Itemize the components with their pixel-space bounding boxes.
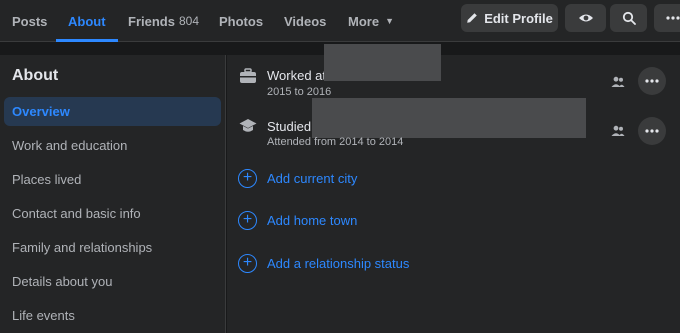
more-icon bbox=[645, 129, 659, 133]
work-entry-label: Worked at bbox=[267, 68, 327, 83]
sidebar-item-label: Places lived bbox=[12, 172, 82, 187]
friends-audience-icon[interactable] bbox=[610, 74, 626, 90]
profile-more-button[interactable] bbox=[654, 4, 680, 32]
sidebar-item-details-about-you[interactable]: Details about you bbox=[4, 267, 221, 296]
caret-down-icon: ▼ bbox=[385, 16, 394, 26]
sidebar-item-label: Details about you bbox=[12, 274, 113, 289]
plus-circle-icon: + bbox=[238, 253, 257, 273]
add-relationship-status-link[interactable]: + Add a relationship status bbox=[238, 253, 409, 273]
redacted-school bbox=[312, 98, 586, 138]
tab-label: Posts bbox=[12, 13, 48, 29]
briefcase-icon bbox=[238, 66, 258, 86]
tab-label: Friends bbox=[128, 13, 175, 29]
overview-panel: Worked at 2015 to 2016 Studied Attended … bbox=[227, 44, 680, 333]
add-current-city-link[interactable]: + Add current city bbox=[238, 168, 357, 188]
friends-count: 804 bbox=[178, 14, 199, 28]
tab-label: More bbox=[348, 13, 380, 29]
friends-audience-icon[interactable] bbox=[610, 123, 626, 139]
sidebar-item-label: Contact and basic info bbox=[12, 206, 141, 221]
work-options-button[interactable] bbox=[638, 67, 666, 95]
education-entry-label: Studied bbox=[267, 119, 312, 134]
sidebar-item-life-events[interactable]: Life events bbox=[4, 301, 221, 330]
view-as-button[interactable] bbox=[565, 4, 606, 32]
redacted-employer bbox=[324, 44, 441, 81]
tab-label: Videos bbox=[284, 13, 327, 29]
sidebar-item-places-lived[interactable]: Places lived bbox=[4, 165, 221, 194]
plus-circle-icon: + bbox=[238, 168, 257, 188]
tab-more[interactable]: More ▼ bbox=[348, 0, 394, 42]
eye-icon bbox=[578, 14, 593, 22]
pencil-icon bbox=[467, 13, 477, 23]
add-current-city-label: Add current city bbox=[267, 170, 358, 186]
tab-about[interactable]: About bbox=[56, 0, 117, 42]
edit-profile-button[interactable]: Edit Profile bbox=[461, 4, 558, 32]
education-entry-dates: Attended from 2014 to 2014 bbox=[267, 136, 404, 148]
sidebar-item-label: Work and education bbox=[12, 138, 128, 153]
add-relationship-status-label: Add a relationship status bbox=[267, 255, 410, 271]
sidebar-item-family-relationships[interactable]: Family and relationships bbox=[4, 233, 221, 262]
add-home-town-link[interactable]: + Add home town bbox=[238, 210, 357, 230]
tab-videos[interactable]: Videos bbox=[284, 0, 326, 42]
sidebar-item-overview[interactable]: Overview bbox=[4, 97, 221, 126]
sidebar-item-label: Overview bbox=[12, 104, 70, 119]
about-sidebar: About Overview Work and education Places… bbox=[0, 55, 226, 333]
sidebar-item-contact-info[interactable]: Contact and basic info bbox=[4, 199, 221, 228]
tab-friends[interactable]: Friends 804 bbox=[128, 0, 199, 42]
sidebar-item-label: Family and relationships bbox=[12, 240, 153, 255]
tab-label: Photos bbox=[219, 13, 264, 29]
sidebar-item-label: Life events bbox=[12, 308, 75, 323]
more-icon bbox=[645, 79, 659, 83]
education-options-button[interactable] bbox=[638, 117, 666, 145]
graduation-cap-icon bbox=[238, 116, 258, 136]
tab-photos[interactable]: Photos bbox=[219, 0, 263, 42]
sidebar-item-work-and-education[interactable]: Work and education bbox=[4, 131, 221, 160]
tab-label: About bbox=[68, 13, 106, 29]
profile-tab-bar: Posts About Friends 804 Photos Videos Mor… bbox=[0, 0, 680, 42]
edit-profile-label: Edit Profile bbox=[484, 10, 553, 26]
search-icon bbox=[622, 11, 636, 25]
work-entry-dates: 2015 to 2016 bbox=[267, 86, 332, 98]
search-profile-button[interactable] bbox=[610, 4, 647, 32]
more-icon bbox=[666, 16, 680, 20]
add-home-town-label: Add home town bbox=[267, 212, 358, 228]
plus-circle-icon: + bbox=[238, 210, 257, 230]
about-heading: About bbox=[12, 67, 59, 84]
tab-posts[interactable]: Posts bbox=[12, 0, 47, 42]
